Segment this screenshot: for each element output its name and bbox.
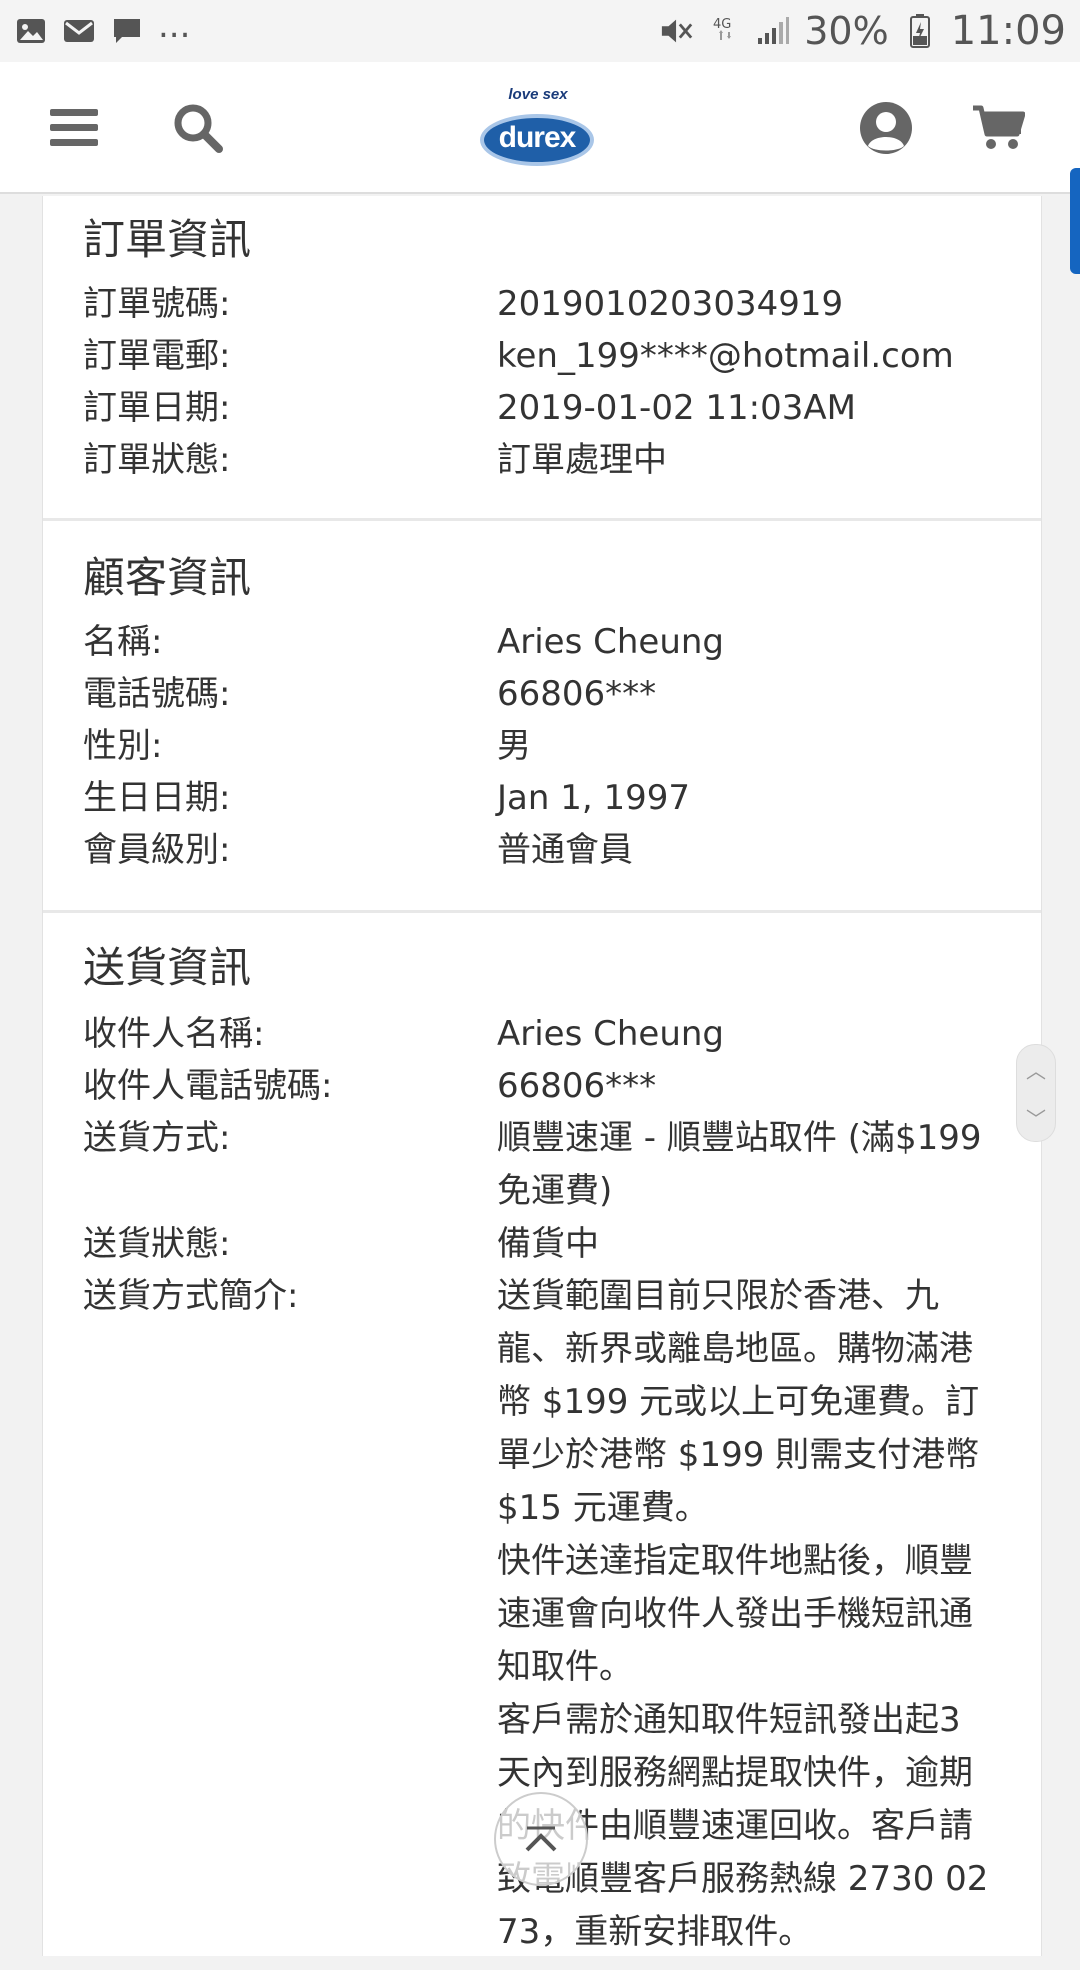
order-email-value: ken_199****@hotmail.com — [497, 336, 954, 376]
logo-tagline: love sex — [508, 86, 568, 103]
order-status-label: 訂單狀態: — [83, 440, 231, 480]
customer-info-title: 顧客資訊 — [83, 553, 252, 602]
delivery-info-title: 送貨資訊 — [83, 943, 252, 992]
fast-scroll-handle[interactable]: ︿ ﹀ — [1016, 1044, 1056, 1142]
customer-phone-label: 電話號碼: — [83, 674, 231, 714]
user-icon — [860, 102, 912, 154]
scroll-down-icon: ﹀ — [1026, 1106, 1046, 1131]
delivery-method-label: 送貨方式: — [83, 1118, 231, 1158]
durex-logo[interactable]: love sex durex — [470, 80, 606, 178]
order-date-value: 2019-01-02 11:03AM — [497, 388, 856, 428]
menu-button[interactable] — [36, 90, 112, 166]
search-button[interactable] — [160, 90, 236, 166]
chat-icon — [110, 17, 144, 45]
side-tab-handle[interactable] — [1070, 168, 1080, 274]
cart-icon — [973, 105, 1025, 149]
order-date-label: 訂單日期: — [83, 388, 231, 428]
hamburger-icon — [50, 109, 98, 146]
customer-name-label: 名稱: — [83, 622, 163, 662]
4g-icon: 4G — [708, 17, 742, 45]
more-notifications: ... — [158, 6, 191, 46]
member-level-value: 普通會員 — [497, 830, 633, 870]
member-level-label: 會員級別: — [83, 830, 231, 870]
clock: 11:09 — [950, 8, 1066, 54]
customer-name-value: Aries Cheung — [497, 622, 725, 662]
mail-icon — [62, 17, 96, 45]
logo-wordmark: durex — [498, 121, 577, 154]
customer-gender-value: 男 — [497, 726, 531, 766]
order-detail-card: 訂單資訊 訂單號碼: 2019010203034919 訂單電郵: ken_19… — [42, 196, 1042, 1956]
scroll-up-icon: ︿ — [1026, 1058, 1046, 1083]
order-status-value: 訂單處理中 — [497, 440, 667, 480]
recipient-name-value: Aries Cheung — [497, 1014, 725, 1054]
back-to-top-button[interactable] — [494, 1792, 588, 1886]
section-divider — [43, 518, 1041, 521]
account-button[interactable] — [848, 90, 924, 166]
order-number-label: 訂單號碼: — [83, 284, 231, 324]
recipient-phone-value: 66806*** — [497, 1066, 657, 1106]
customer-gender-label: 性別: — [83, 726, 163, 766]
signal-icon — [756, 17, 790, 45]
delivery-status-label: 送貨狀態: — [83, 1224, 231, 1264]
recipient-name-label: 收件人名稱: — [83, 1014, 265, 1054]
logo-oval: durex — [480, 114, 594, 166]
customer-birthday-value: Jan 1, 1997 — [497, 778, 690, 818]
chevron-up-icon — [525, 1826, 557, 1852]
customer-phone-value: 66806*** — [497, 674, 657, 714]
section-divider — [43, 910, 1041, 913]
site-header: love sex durex — [0, 62, 1080, 194]
cart-button[interactable] — [960, 90, 1036, 166]
status-bar-right: 4G 30% 11:09 — [660, 8, 1066, 54]
recipient-phone-label: 收件人電話號碼: — [83, 1066, 333, 1106]
order-number-value: 2019010203034919 — [497, 284, 844, 324]
battery-icon — [903, 14, 937, 48]
order-email-label: 訂單電郵: — [83, 336, 231, 376]
svg-text:4G: 4G — [713, 17, 731, 32]
status-bar-left: ... — [14, 9, 190, 45]
status-bar: ... 4G 30% 11:09 — [0, 0, 1080, 62]
image-icon — [14, 17, 48, 45]
customer-birthday-label: 生日日期: — [83, 778, 231, 818]
order-info-title: 訂單資訊 — [83, 215, 252, 264]
search-icon — [174, 104, 223, 153]
delivery-description-label: 送貨方式簡介: — [83, 1276, 299, 1316]
battery-percent: 30% — [804, 9, 889, 53]
delivery-method-value: 順豐速運 - 順豐站取件 (滿$199免運費) — [497, 1118, 982, 1211]
mute-icon — [660, 17, 694, 45]
delivery-status-value: 備貨中 — [497, 1224, 599, 1264]
